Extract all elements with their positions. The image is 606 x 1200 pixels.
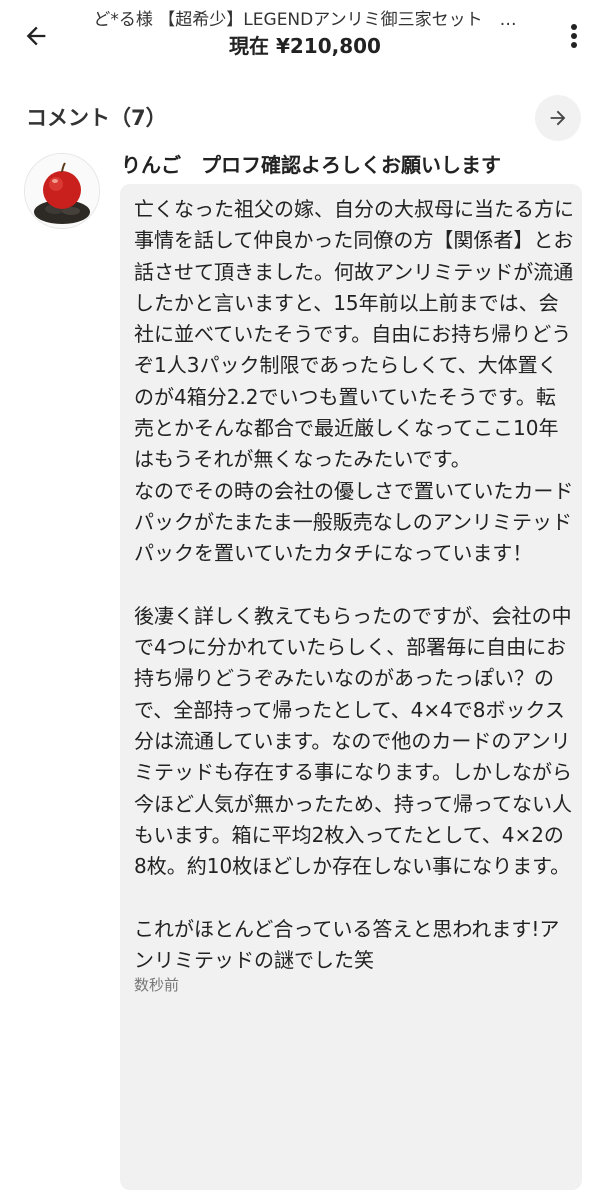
comment-username[interactable]: りんご プロフ確認よろしくお願いします (121, 152, 501, 178)
comment-bubble: 亡くなった祖父の嫁、自分の大叔母に当たる方に事情を話して仲良かった同僚の方【関係… (120, 184, 582, 1190)
avatar[interactable] (24, 153, 100, 229)
header-title-block: ど*る様 【超希少】LEGENDアンリミ御三家セット … 現在 ¥210,800 (70, 8, 540, 60)
comments-title: コメント（7） (26, 106, 167, 130)
more-options-button[interactable] (556, 14, 592, 58)
current-price: 現在 ¥210,800 (229, 34, 381, 58)
item-title: ど*る様 【超希少】LEGENDアンリミ御三家セット … (93, 10, 517, 30)
back-button[interactable] (14, 14, 58, 58)
comments-section-header: コメント（7） (0, 90, 606, 146)
arrow-left-icon (26, 26, 46, 46)
app-header: ど*る様 【超希少】LEGENDアンリミ御三家セット … 現在 ¥210,800 (0, 0, 606, 70)
comment-timestamp: 数秒前 (134, 976, 180, 995)
view-all-comments-button[interactable] (535, 95, 581, 141)
apple-avatar (25, 154, 99, 228)
more-vertical-icon (571, 24, 577, 48)
arrow-right-icon (550, 110, 566, 126)
comment-text: 亡くなった祖父の嫁、自分の大叔母に当たる方に事情を話して仲良かった同僚の方【関係… (134, 197, 574, 973)
